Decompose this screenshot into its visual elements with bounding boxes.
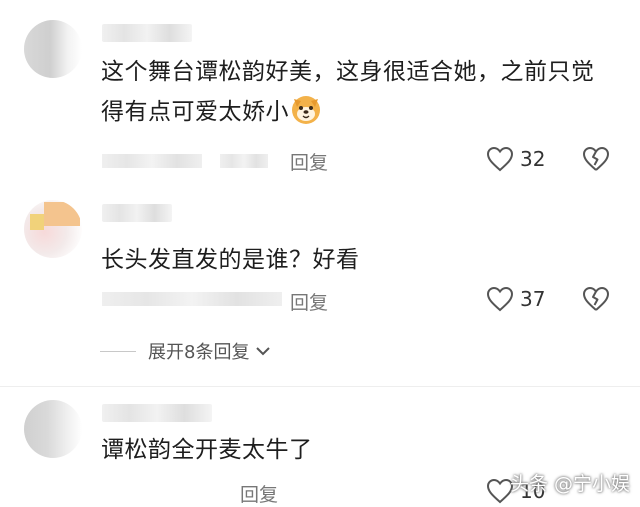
chevron-down-icon bbox=[256, 347, 271, 356]
meta-location-blurred bbox=[220, 154, 268, 168]
reply-button[interactable]: 回复 bbox=[240, 480, 278, 507]
comment-text: 长头发直发的是谁？好看 bbox=[101, 247, 360, 273]
broken-heart-icon bbox=[583, 147, 609, 171]
commenter-name-blurred[interactable] bbox=[102, 24, 192, 42]
meta-date-blurred bbox=[102, 154, 202, 168]
commenter-avatar[interactable] bbox=[24, 200, 82, 258]
commenter-avatar[interactable] bbox=[24, 20, 82, 78]
commenter-name-blurred[interactable] bbox=[102, 404, 212, 422]
like-button[interactable]: 32 bbox=[486, 146, 545, 172]
reply-button[interactable]: 回复 bbox=[290, 288, 328, 315]
comment-text: 这个舞台谭松韵好美，这身很适合她，之前只觉 得有点可爱太娇小 bbox=[101, 52, 595, 132]
heart-outline-icon bbox=[486, 286, 514, 312]
commenter-name-blurred[interactable] bbox=[102, 204, 172, 222]
expand-divider-line bbox=[100, 350, 136, 352]
watermark: 头条 @宁小娱 bbox=[509, 473, 630, 495]
dislike-button[interactable] bbox=[582, 286, 610, 316]
meta-date-blurred bbox=[102, 292, 282, 306]
expand-replies-button[interactable]: 展开8条回复 bbox=[100, 338, 271, 364]
heart-outline-icon bbox=[486, 146, 514, 172]
like-count: 32 bbox=[520, 147, 546, 171]
comment-text-line: 这个舞台谭松韵好美，这身很适合她，之前只觉 bbox=[101, 59, 595, 85]
commenter-avatar[interactable] bbox=[24, 400, 82, 458]
like-button[interactable]: 37 bbox=[486, 286, 545, 312]
section-divider bbox=[0, 386, 640, 387]
expand-replies-label: 展开8条回复 bbox=[148, 342, 250, 363]
broken-heart-icon bbox=[583, 287, 609, 311]
dislike-button[interactable] bbox=[582, 146, 610, 176]
comment-text-line: 得有点可爱太娇小 bbox=[101, 92, 595, 132]
comment-text: 谭松韵全开麦太牛了 bbox=[101, 437, 313, 463]
dog-face-emoji-icon bbox=[292, 96, 320, 124]
like-count: 37 bbox=[520, 287, 546, 311]
reply-button[interactable]: 回复 bbox=[290, 148, 328, 175]
